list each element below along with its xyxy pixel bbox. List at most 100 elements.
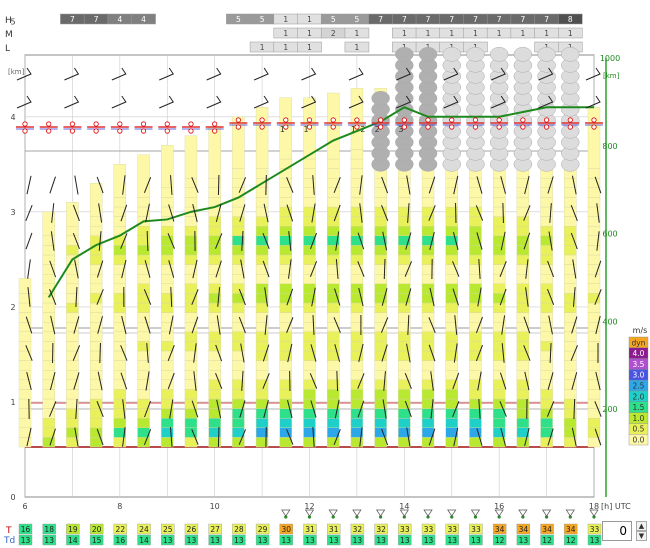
thermal-cell	[398, 245, 411, 256]
thermal-cell	[279, 225, 292, 236]
thermal-cell	[564, 245, 577, 256]
thermal-cell	[469, 254, 482, 265]
station-marker-dot	[69, 128, 76, 134]
thermal-cell	[540, 274, 553, 285]
spinner-down-button[interactable]: ▼	[636, 531, 647, 541]
thermal-cell	[564, 197, 577, 208]
legend-label: 2.5	[633, 382, 645, 391]
y-left-tick-label: 5	[10, 18, 15, 27]
temperature-value: 27	[210, 525, 220, 534]
station-marker-dot	[259, 124, 265, 130]
shower-symbol	[470, 509, 481, 517]
thermal-cell	[232, 312, 245, 323]
thermal-cell	[255, 302, 269, 313]
thermal-cell	[279, 302, 292, 313]
legend-label: 0.0	[633, 436, 645, 445]
thermal-cell	[398, 216, 411, 227]
thermal-cell	[445, 389, 458, 400]
thermal-cell	[232, 274, 245, 285]
legend-label: 3.0	[633, 371, 645, 380]
station-marker-dot	[164, 128, 170, 134]
thermal-cell	[421, 370, 435, 381]
thermal-cell	[445, 187, 458, 198]
spinner-up-button[interactable]: ▲	[636, 521, 647, 531]
thermal-cell	[374, 206, 387, 217]
thermal-cell	[184, 216, 198, 227]
station-marker-dot	[46, 121, 52, 127]
thermal-cell	[350, 341, 364, 352]
thermal-cell	[469, 245, 482, 256]
temperature-value: 33	[400, 525, 410, 534]
station-marker-dot	[306, 124, 313, 130]
cloud-cell-value: 1	[307, 43, 312, 52]
thermal-cell	[469, 312, 482, 323]
thermal-cell	[208, 331, 221, 342]
station-marker-dot	[259, 117, 265, 123]
thermal-cell	[137, 312, 150, 323]
shower-symbol	[447, 509, 457, 517]
thermal-cell	[66, 312, 79, 323]
thermal-cell	[564, 389, 577, 400]
thermal-cell	[540, 408, 553, 419]
thermal-cell	[232, 245, 245, 256]
station-marker-dot	[117, 121, 123, 127]
thermal-cell	[516, 216, 530, 227]
thermal-cell	[208, 274, 221, 285]
station-marker-dot	[140, 128, 147, 134]
temperature-value: 33	[424, 525, 434, 534]
thermal-cell	[279, 437, 292, 448]
thermal-cell	[66, 370, 79, 381]
thermal-cell	[232, 216, 245, 227]
thermal-cell	[492, 418, 506, 429]
station-marker-dot	[235, 124, 241, 130]
thermal-cell	[327, 283, 340, 294]
thermal-cell	[516, 245, 530, 256]
thermal-cell	[89, 312, 103, 323]
thermal-cell	[255, 370, 269, 381]
station-marker-dot	[496, 124, 502, 130]
thermal-cell	[161, 312, 174, 323]
thermal-cell	[303, 225, 316, 236]
thermal-cell	[89, 216, 103, 227]
thermal-cell	[587, 370, 601, 381]
shower-symbol	[399, 509, 409, 517]
thermal-cell	[208, 245, 221, 256]
temperature-value: 33	[471, 525, 481, 534]
legend-label: 3.5	[633, 360, 645, 369]
shower-symbol	[541, 509, 552, 517]
thermal-cell	[137, 360, 150, 371]
thermal-cell	[492, 274, 506, 285]
thermal-cell	[374, 225, 387, 236]
thermal-cell	[137, 389, 150, 400]
thermal-cell	[469, 418, 482, 429]
station-marker-dot	[543, 124, 550, 130]
dewpoint-value: 12	[542, 536, 552, 545]
thermal-cell	[232, 254, 245, 265]
temperature-rows: TTd 16 13 18 13 19 14 20 15 22 16 24 14 25 13 26 13 27 13 2…	[3, 509, 602, 546]
thermal-cell	[516, 418, 530, 429]
thermal-cell	[492, 302, 506, 313]
station-marker-dot	[425, 117, 431, 123]
thermal-cell	[327, 187, 340, 198]
thermal-cell	[232, 322, 245, 333]
spinner-input[interactable]: 0	[602, 521, 632, 541]
thermal-cell	[492, 370, 506, 381]
thermal-cell	[232, 168, 245, 179]
thermal-cell	[208, 216, 221, 227]
thermal-cell	[445, 398, 458, 409]
cloud-cell-value: 1	[520, 29, 525, 38]
thermal-cell	[18, 331, 32, 342]
station-marker-dot	[591, 124, 597, 130]
thermal-cell	[327, 341, 340, 352]
station-marker-dot	[164, 121, 170, 127]
thermal-cell	[398, 331, 411, 342]
thermal-cell	[184, 274, 198, 285]
temperature-value: 34	[519, 525, 529, 534]
thermal-cell	[587, 225, 601, 236]
thermal-cell	[469, 331, 482, 342]
cloud-cell-value: 1	[260, 43, 265, 52]
dewpoint-value: 14	[139, 536, 149, 545]
thermal-cell	[113, 389, 127, 400]
thermal-cell	[327, 245, 340, 256]
dewpoint-value: 13	[424, 536, 434, 545]
